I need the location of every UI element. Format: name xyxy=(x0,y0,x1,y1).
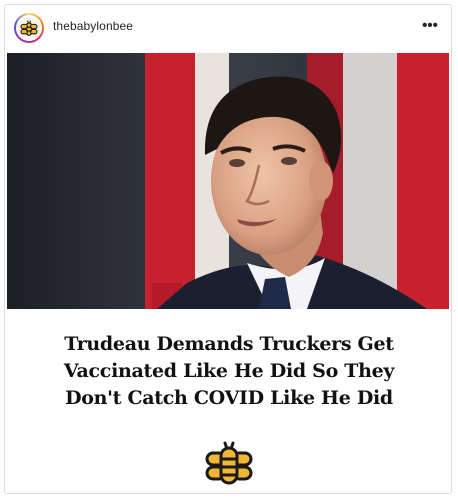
more-options-button[interactable]: ••• xyxy=(419,17,441,35)
avatar[interactable] xyxy=(14,13,44,43)
username-link[interactable]: thebabylonbee xyxy=(53,19,133,33)
babylon-bee-logo-icon xyxy=(205,441,253,485)
headline-line-2: Vaccinated Like He Did So They xyxy=(63,360,395,382)
headline-line-1: Trudeau Demands Truckers Get xyxy=(64,333,394,355)
instagram-post: thebabylonbee ••• Trudeau Demands Trucke… xyxy=(4,4,452,494)
headline-line-3: Don't Catch COVID Like He Did xyxy=(65,387,393,409)
post-header: thebabylonbee ••• xyxy=(5,5,451,50)
babylon-bee-logo-icon xyxy=(20,20,38,36)
speaker-photo xyxy=(7,53,449,309)
post-photo[interactable] xyxy=(7,53,449,309)
post-headline: Trudeau Demands Truckers Get Vaccinated … xyxy=(15,331,443,412)
